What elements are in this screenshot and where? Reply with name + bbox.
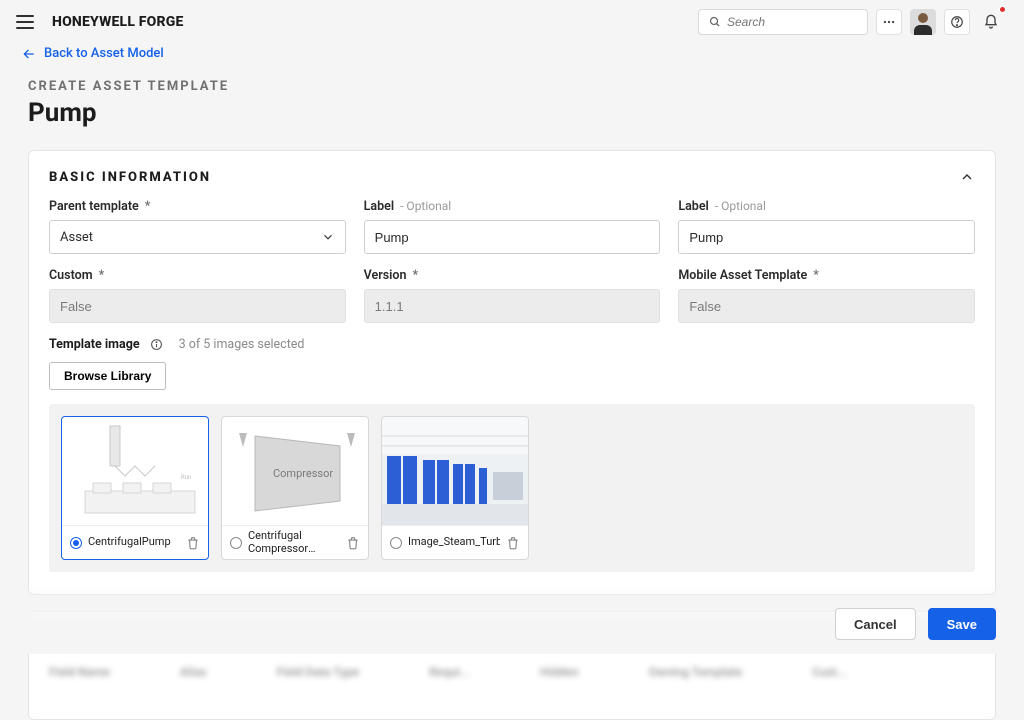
field-custom: Custom * (49, 268, 346, 323)
required-asterisk: * (412, 268, 418, 283)
label-1-input[interactable] (364, 220, 661, 254)
template-image-label: Template image (49, 337, 140, 352)
template-image-header: Template image 3 of 5 images selected (49, 337, 975, 352)
save-button[interactable]: Save (928, 608, 996, 640)
field-label-2: Label - Optional (678, 199, 975, 254)
parent-template-value: Asset (60, 230, 93, 245)
field-version: Version * (364, 268, 661, 323)
col-alias: Alias (180, 665, 207, 679)
col-field-name: Field Name (49, 665, 110, 679)
notifications-button[interactable] (978, 9, 1004, 35)
label-custom: Custom (49, 268, 93, 283)
back-link[interactable]: Back to Asset Model (0, 44, 1024, 61)
more-menu-button[interactable] (876, 9, 902, 35)
facility-photo-icon (382, 417, 528, 525)
version-input (364, 289, 661, 323)
label-label-2: Label (678, 199, 708, 214)
required-asterisk: * (813, 268, 819, 283)
image-caption: CentrifugalPump (88, 536, 180, 549)
image-card-steam-turbine[interactable]: Image_Steam_Turbine_2024_01_31.Jp... (381, 416, 529, 560)
search-input[interactable] (727, 15, 857, 29)
back-link-label: Back to Asset Model (44, 46, 164, 61)
compressor-diagram-icon: Compressor (225, 421, 365, 521)
label-2-input[interactable] (678, 220, 975, 254)
attributes-columns-row: Field Name Alias Field Data Type Requi..… (49, 645, 975, 679)
field-mobile: Mobile Asset Template * (678, 268, 975, 323)
field-label-1: Label - Optional (364, 199, 661, 254)
image-caption: Image_Steam_Turbine_2024_01_31.Jp... (408, 536, 500, 549)
image-thumb-compressor: Compressor (222, 417, 368, 525)
field-parent-template: Parent template * Asset (49, 199, 346, 254)
page-kicker: CREATE ASSET TEMPLATE (28, 79, 996, 94)
page-title: Pump (28, 98, 996, 128)
notification-badge (999, 6, 1006, 13)
trash-icon[interactable] (506, 536, 520, 550)
section-title-basic: BASIC INFORMATION (49, 170, 211, 185)
hamburger-menu[interactable] (16, 11, 38, 33)
cancel-button[interactable]: Cancel (835, 608, 916, 640)
image-thumb-pump: Run (62, 417, 208, 525)
col-field-data-type: Field Data Type (277, 665, 360, 679)
image-thumb-photo (382, 417, 528, 525)
svg-text:Run: Run (181, 474, 191, 481)
image-radio[interactable] (70, 537, 82, 549)
svg-text:Compressor: Compressor (273, 467, 333, 480)
col-required: Requi... (429, 665, 470, 679)
image-card-centrifugal-pump[interactable]: Default Run CentrifugalPump (61, 416, 209, 560)
search-icon (709, 16, 721, 28)
browse-library-button[interactable]: Browse Library (49, 362, 166, 390)
required-asterisk: * (99, 268, 105, 283)
top-bar: HONEYWELL FORGE (0, 0, 1024, 44)
mobile-input (678, 289, 975, 323)
image-card-compressor[interactable]: Compressor Centrifugal Compressor Varia.… (221, 416, 369, 560)
col-owning-template: Owning Template (648, 665, 742, 679)
required-asterisk: * (145, 199, 151, 214)
image-caption: Centrifugal Compressor Varia... (248, 530, 340, 555)
help-button[interactable] (944, 9, 970, 35)
template-image-status: 3 of 5 images selected (179, 337, 305, 352)
trash-icon[interactable] (346, 536, 360, 550)
label-parent-template: Parent template (49, 199, 139, 214)
col-hidden: Hidden (540, 665, 578, 679)
bell-icon (983, 14, 999, 30)
custom-input (49, 289, 346, 323)
label-mobile: Mobile Asset Template (678, 268, 807, 283)
optional-hint: - Optional (400, 199, 451, 213)
optional-hint: - Optional (715, 199, 766, 213)
trash-icon[interactable] (186, 536, 200, 550)
action-bar: Cancel Save (835, 608, 996, 640)
image-radio[interactable] (390, 537, 402, 549)
ellipsis-icon (882, 15, 896, 29)
info-icon[interactable] (150, 338, 163, 351)
label-version: Version (364, 268, 407, 283)
basic-information-card: BASIC INFORMATION Parent template * Asse… (28, 150, 996, 595)
user-avatar[interactable] (910, 9, 936, 35)
app-logo: HONEYWELL FORGE (52, 14, 184, 30)
image-radio[interactable] (230, 537, 242, 549)
parent-template-select[interactable]: Asset (49, 220, 346, 254)
col-custom: Cust... (812, 665, 847, 679)
search-box[interactable] (698, 9, 868, 35)
pump-diagram-icon: Run (65, 421, 205, 521)
help-icon (950, 15, 964, 29)
label-label-1: Label (364, 199, 394, 214)
image-tray: Default Run CentrifugalPump (49, 404, 975, 572)
chevron-down-icon (321, 230, 335, 244)
arrow-left-icon (22, 47, 36, 61)
chevron-up-icon[interactable] (959, 169, 975, 185)
page-heading: CREATE ASSET TEMPLATE Pump (0, 61, 1024, 138)
